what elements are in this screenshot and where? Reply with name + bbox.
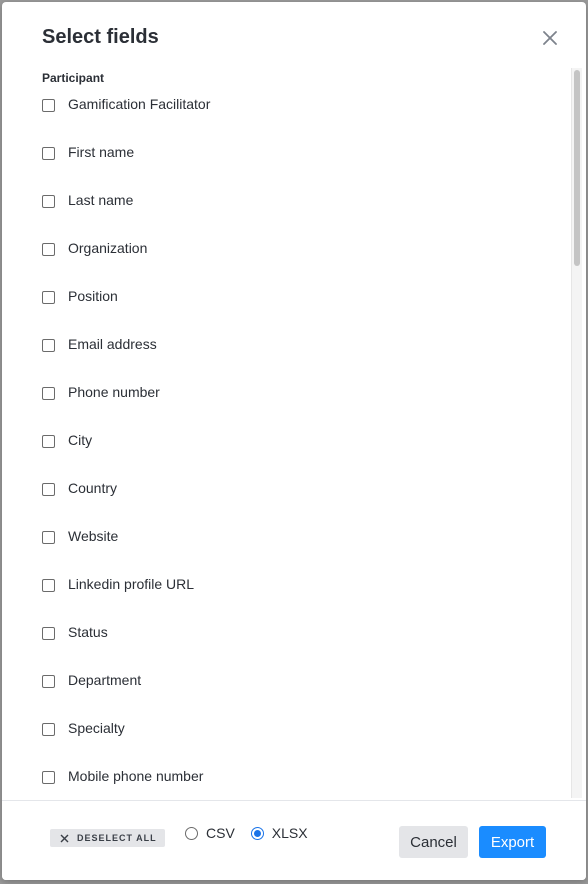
- field-checkbox[interactable]: [42, 147, 55, 160]
- field-row[interactable]: Mobile phone number: [42, 766, 210, 800]
- cancel-button[interactable]: Cancel: [399, 826, 468, 858]
- field-checkbox[interactable]: [42, 387, 55, 400]
- field-label: Status: [68, 624, 108, 640]
- format-radio-group: CSV XLSX: [185, 825, 324, 841]
- field-checkbox[interactable]: [42, 627, 55, 640]
- format-radio[interactable]: [250, 826, 264, 840]
- field-row[interactable]: Position: [42, 286, 210, 334]
- field-label: Gamification Facilitator: [68, 96, 211, 112]
- field-checkbox[interactable]: [42, 243, 55, 256]
- format-option-xlsx[interactable]: XLSX: [250, 825, 308, 841]
- field-label: Specialty: [68, 720, 125, 736]
- field-checkbox[interactable]: [42, 723, 55, 736]
- field-row[interactable]: Email address: [42, 334, 210, 382]
- field-row[interactable]: City: [42, 430, 210, 478]
- field-row[interactable]: Phone number: [42, 382, 210, 430]
- field-checkbox[interactable]: [42, 195, 55, 208]
- field-checkbox[interactable]: [42, 531, 55, 544]
- scrollbar-thumb[interactable]: [574, 70, 580, 266]
- field-row[interactable]: Country: [42, 478, 210, 526]
- field-checkbox[interactable]: [42, 579, 55, 592]
- field-row[interactable]: Last name: [42, 190, 210, 238]
- field-checkbox[interactable]: [42, 435, 55, 448]
- fields-scroll-area[interactable]: Participant Gamification Facilitator Firs…: [2, 64, 586, 800]
- field-checkbox[interactable]: [42, 339, 55, 352]
- field-label: City: [68, 432, 93, 448]
- field-row[interactable]: Linkedin profile URL: [42, 574, 210, 622]
- dialog-footer: DESELECT ALL CSV XLSX Cancel Export: [2, 800, 586, 880]
- field-row[interactable]: First name: [42, 142, 210, 190]
- format-radio-label: XLSX: [271, 825, 308, 841]
- close-icon: [543, 31, 557, 45]
- field-row[interactable]: Website: [42, 526, 210, 574]
- field-checkbox[interactable]: [42, 291, 55, 304]
- format-option-csv[interactable]: CSV: [185, 825, 235, 841]
- format-radio-label: CSV: [206, 825, 235, 841]
- deselect-all-label: DESELECT ALL: [77, 833, 157, 843]
- field-label: Mobile phone number: [68, 768, 204, 784]
- dialog-title: Select fields: [42, 26, 159, 48]
- field-label: Phone number: [68, 384, 160, 400]
- field-label: Website: [68, 528, 119, 544]
- field-row[interactable]: Gamification Facilitator: [42, 94, 210, 142]
- field-label: Organization: [68, 240, 148, 256]
- section-label-participant: Participant: [42, 71, 105, 85]
- field-list: Gamification Facilitator First name Last n…: [42, 94, 210, 800]
- field-label: Last name: [68, 192, 134, 208]
- close-button[interactable]: [540, 28, 560, 48]
- scrollbar[interactable]: [571, 68, 582, 798]
- field-label: Email address: [68, 336, 157, 352]
- format-radio[interactable]: [185, 826, 198, 840]
- field-checkbox[interactable]: [42, 675, 55, 688]
- field-label: Country: [68, 480, 118, 496]
- close-icon: [60, 834, 69, 843]
- field-row[interactable]: Specialty: [42, 718, 210, 766]
- field-checkbox[interactable]: [42, 99, 55, 112]
- field-label: Linkedin profile URL: [68, 576, 195, 592]
- field-label: Department: [68, 672, 142, 688]
- field-row[interactable]: Organization: [42, 238, 210, 286]
- select-fields-dialog: Select fields Participant Gamification F…: [2, 2, 586, 880]
- field-checkbox[interactable]: [42, 771, 55, 784]
- field-checkbox[interactable]: [42, 483, 55, 496]
- field-label: First name: [68, 144, 135, 160]
- field-row[interactable]: Department: [42, 670, 210, 718]
- field-row[interactable]: Status: [42, 622, 210, 670]
- export-button[interactable]: Export: [479, 826, 546, 858]
- deselect-all-button[interactable]: DESELECT ALL: [50, 829, 165, 847]
- field-label: Position: [68, 288, 118, 304]
